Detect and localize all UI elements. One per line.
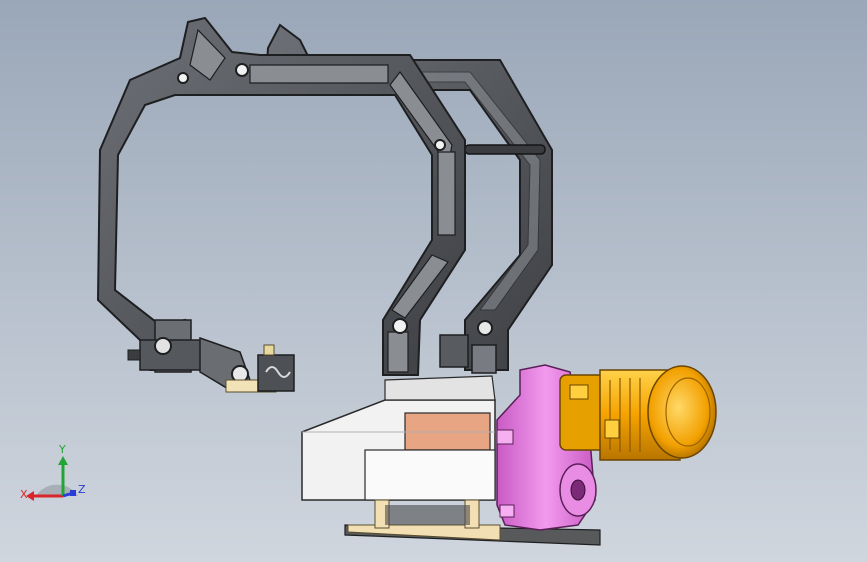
z-axis-label: Z bbox=[78, 483, 86, 496]
cad-model-view[interactable] bbox=[0, 0, 867, 562]
cross-bar[interactable] bbox=[464, 144, 546, 155]
y-axis-arrowhead bbox=[58, 456, 68, 465]
electric-motor[interactable] bbox=[559, 365, 717, 461]
z-axis-arrowhead bbox=[70, 490, 76, 496]
x-axis-label: X bbox=[20, 488, 28, 501]
graphics-viewport[interactable]: X Y Z bbox=[0, 0, 867, 562]
front-arm-link[interactable] bbox=[96, 16, 466, 376]
base-housing[interactable] bbox=[301, 375, 496, 501]
y-axis-label: Y bbox=[59, 443, 66, 456]
view-orientation-triad[interactable]: X Y Z bbox=[18, 440, 98, 510]
